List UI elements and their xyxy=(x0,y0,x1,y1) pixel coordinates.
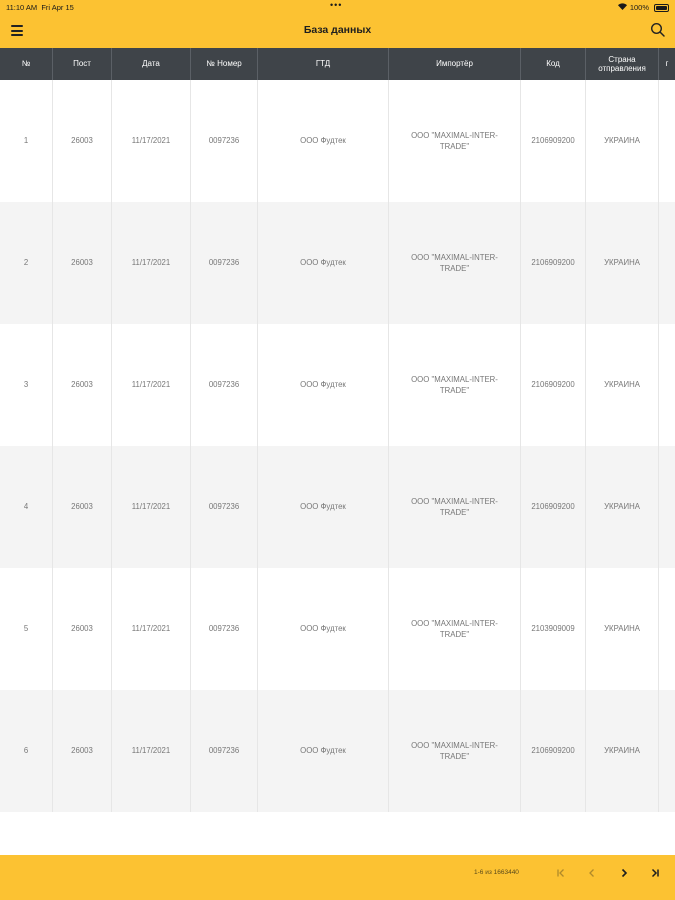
pagination-info: 1-6 из 1663440 xyxy=(474,869,519,876)
cell-number: 6 xyxy=(0,690,53,812)
cell-country: УКРАИНА xyxy=(586,568,659,690)
cell-number: 4 xyxy=(0,446,53,568)
last-page-icon[interactable] xyxy=(645,863,665,883)
cell-doc-number: 0097236 xyxy=(191,202,258,324)
cell-truncated xyxy=(659,324,675,446)
cell-gtd: ООО Фудтек xyxy=(258,690,389,812)
cell-date: 11/17/2021 xyxy=(112,80,191,202)
status-time: 11:10 AM Fri Apr 15 xyxy=(6,3,74,12)
column-header-doc-number[interactable]: № Номер xyxy=(191,48,258,80)
cell-code: 2106909200 xyxy=(521,690,586,812)
cell-importer: ООО "MAXIMAL-INTER- TRADE" xyxy=(389,80,521,202)
column-header-importer[interactable]: Импортёр xyxy=(389,48,521,80)
cell-gtd: ООО Фудтек xyxy=(258,324,389,446)
cell-number: 2 xyxy=(0,202,53,324)
cell-post: 26003 xyxy=(53,568,112,690)
cell-code: 2103909009 xyxy=(521,568,586,690)
app-header: 11:10 AM Fri Apr 15 ••• 100% База данных xyxy=(0,0,675,48)
cell-truncated xyxy=(659,446,675,568)
cell-post: 26003 xyxy=(53,690,112,812)
cell-date: 11/17/2021 xyxy=(112,690,191,812)
cell-truncated xyxy=(659,690,675,812)
table-header: № Пост Дата № Номер ГТД Импортёр Код Стр… xyxy=(0,48,675,80)
cell-importer: ООО "MAXIMAL-INTER- TRADE" xyxy=(389,324,521,446)
table-row[interactable]: 5 26003 11/17/2021 0097236 ООО Фудтек ОО… xyxy=(0,568,675,690)
cell-code: 2106909200 xyxy=(521,446,586,568)
column-header-post[interactable]: Пост xyxy=(53,48,112,80)
table-row[interactable]: 2 26003 11/17/2021 0097236 ООО Фудтек ОО… xyxy=(0,202,675,324)
cell-importer: ООО "MAXIMAL-INTER- TRADE" xyxy=(389,568,521,690)
cell-code: 2106909200 xyxy=(521,324,586,446)
column-header-code[interactable]: Код xyxy=(521,48,586,80)
cell-doc-number: 0097236 xyxy=(191,690,258,812)
wifi-icon xyxy=(617,3,627,12)
cell-code: 2106909200 xyxy=(521,202,586,324)
status-date-text: Fri Apr 15 xyxy=(41,3,74,12)
cell-truncated xyxy=(659,568,675,690)
table-row[interactable]: 4 26003 11/17/2021 0097236 ООО Фудтек ОО… xyxy=(0,446,675,568)
page-title: База данных xyxy=(303,24,372,36)
column-header-gtd[interactable]: ГТД xyxy=(258,48,389,80)
cell-country: УКРАИНА xyxy=(586,80,659,202)
cell-doc-number: 0097236 xyxy=(191,568,258,690)
next-page-icon[interactable] xyxy=(614,863,634,883)
battery-percent: 100% xyxy=(629,3,649,12)
cell-importer: ООО "MAXIMAL-INTER- TRADE" xyxy=(389,690,521,812)
cell-gtd: ООО Фудтек xyxy=(258,568,389,690)
column-header-country[interactable]: Страна отправления xyxy=(586,48,659,80)
pagination-bar: 1-6 из 1663440 xyxy=(0,855,675,900)
cell-country: УКРАИНА xyxy=(586,202,659,324)
cell-doc-number: 0097236 xyxy=(191,324,258,446)
search-icon[interactable] xyxy=(650,22,666,38)
prev-page-icon[interactable] xyxy=(582,863,602,883)
cell-doc-number: 0097236 xyxy=(191,80,258,202)
cell-gtd: ООО Фудтек xyxy=(258,202,389,324)
cell-number: 1 xyxy=(0,80,53,202)
first-page-icon[interactable] xyxy=(551,863,571,883)
cell-number: 3 xyxy=(0,324,53,446)
app-window: 11:10 AM Fri Apr 15 ••• 100% База данных… xyxy=(0,0,675,900)
cell-date: 11/17/2021 xyxy=(112,202,191,324)
status-right: 100% xyxy=(617,3,669,12)
cell-truncated xyxy=(659,80,675,202)
cell-importer: ООО "MAXIMAL-INTER- TRADE" xyxy=(389,446,521,568)
cell-post: 26003 xyxy=(53,446,112,568)
status-bar: 11:10 AM Fri Apr 15 ••• 100% xyxy=(0,0,675,14)
column-header-number[interactable]: № xyxy=(0,48,53,80)
status-time-text: 11:10 AM xyxy=(6,3,38,12)
cell-number: 5 xyxy=(0,568,53,690)
column-header-truncated[interactable]: г xyxy=(659,48,675,80)
cell-date: 11/17/2021 xyxy=(112,446,191,568)
cell-code: 2106909200 xyxy=(521,80,586,202)
cell-country: УКРАИНА xyxy=(586,324,659,446)
table-row[interactable]: 1 26003 11/17/2021 0097236 ООО Фудтек ОО… xyxy=(0,80,675,202)
cell-importer: ООО "MAXIMAL-INTER- TRADE" xyxy=(389,202,521,324)
column-header-date[interactable]: Дата xyxy=(112,48,191,80)
cell-post: 26003 xyxy=(53,80,112,202)
cell-gtd: ООО Фудтек xyxy=(258,80,389,202)
cell-doc-number: 0097236 xyxy=(191,446,258,568)
cell-gtd: ООО Фудтек xyxy=(258,446,389,568)
cell-country: УКРАИНА xyxy=(586,690,659,812)
cell-date: 11/17/2021 xyxy=(112,324,191,446)
battery-icon xyxy=(654,3,669,12)
cell-truncated xyxy=(659,202,675,324)
table-body: 1 26003 11/17/2021 0097236 ООО Фудтек ОО… xyxy=(0,80,675,812)
cell-country: УКРАИНА xyxy=(586,446,659,568)
cell-post: 26003 xyxy=(53,324,112,446)
table-row[interactable]: 6 26003 11/17/2021 0097236 ООО Фудтек ОО… xyxy=(0,690,675,812)
cell-post: 26003 xyxy=(53,202,112,324)
multitask-dots-icon[interactable]: ••• xyxy=(330,0,342,10)
table-row[interactable]: 3 26003 11/17/2021 0097236 ООО Фудтек ОО… xyxy=(0,324,675,446)
cell-date: 11/17/2021 xyxy=(112,568,191,690)
